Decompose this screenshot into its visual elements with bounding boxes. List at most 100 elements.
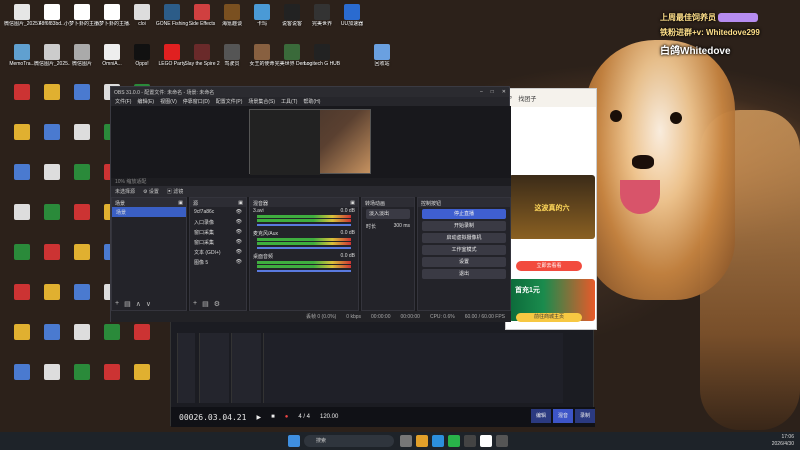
desktop-icon[interactable]: UU加速器 [334, 4, 370, 42]
app-icon [134, 4, 150, 20]
eye-icon[interactable]: 👁 [236, 259, 242, 265]
transition-select[interactable]: 淡入淡出 [366, 209, 410, 219]
source-item[interactable]: 入口录像 👁 [190, 217, 246, 227]
eye-icon[interactable]: 👁 [236, 219, 242, 225]
app-search[interactable]: 找团子 [518, 94, 536, 103]
obs-preview[interactable] [111, 106, 511, 178]
daw-arrange[interactable] [263, 333, 563, 403]
app-icon [104, 44, 120, 60]
menu-item[interactable]: 场景集合(S) [248, 98, 275, 105]
source-item[interactable]: 9cf7a86c 👁 [190, 207, 246, 217]
dock-menu-icon[interactable]: ▣ [350, 200, 355, 206]
obs-menubar: 文件(F) 编辑(E) 视图(V) 停靠窗口(D) 配置文件(P) 场景集合(S) 工具(T… [111, 97, 509, 106]
menu-item[interactable]: 编辑(E) [137, 98, 154, 105]
source-item[interactable]: 窗口采集 👁 [190, 227, 246, 237]
source-filters-button[interactable]: ▣ 滤镜 [167, 188, 183, 195]
menu-item[interactable]: 视图(V) [160, 98, 177, 105]
file-icon [74, 124, 90, 140]
file-icon [14, 164, 30, 180]
up-icon[interactable]: ∧ [136, 300, 141, 308]
daw-track-1[interactable] [199, 333, 229, 403]
eye-icon[interactable]: 👁 [236, 239, 242, 245]
eye-icon[interactable]: 👁 [236, 229, 242, 235]
preview-canvas[interactable] [249, 109, 371, 175]
daw-mode-edit[interactable]: 编辑 [531, 409, 551, 423]
desktop-icon[interactable]: 回收站 [364, 44, 400, 82]
obs-title: OBS 31.0.0 - 配置文件: 未命名 - 场景: 未命名 [114, 89, 215, 96]
daw-time: 00026.03.04.21 [179, 412, 247, 422]
shop-button[interactable]: 前往商城主页 [516, 313, 582, 322]
start-icon[interactable] [288, 435, 300, 447]
eye-icon[interactable]: 👁 [236, 249, 242, 255]
volume-slider[interactable] [257, 247, 351, 249]
file-icon [74, 244, 90, 260]
volume-slider[interactable] [257, 270, 351, 272]
task-view-icon[interactable] [400, 435, 412, 447]
taskbar-search[interactable]: 搜索 [304, 435, 394, 447]
file-icon [44, 164, 60, 180]
control-button[interactable]: 停止直播 [422, 209, 506, 219]
dock-menu-icon[interactable]: ▣ [178, 200, 183, 206]
desktop-icon[interactable]: Logitech G HUB [304, 44, 340, 82]
menu-item[interactable]: 工具(T) [281, 98, 297, 105]
source-settings-button[interactable]: ⚙ 设置 [143, 188, 159, 195]
source-item[interactable]: 图像 5 👁 [190, 257, 246, 267]
add-icon[interactable]: + [193, 300, 197, 308]
app-icon [14, 4, 30, 20]
control-button[interactable]: 开始录制 [422, 221, 506, 231]
menu-item[interactable]: 帮助(H) [303, 98, 320, 105]
obs-statusbar: 丢帧 0 (0.0%) 0 kbps 00:00:00 00:00:00 CPU: 0.… [111, 311, 511, 322]
trash-icon[interactable]: ▤ [202, 300, 209, 308]
record-icon[interactable]: ● [285, 414, 289, 420]
app-icon [44, 4, 60, 20]
close-icon[interactable]: ✕ [502, 89, 506, 95]
app-banner[interactable]: 这波真的六 [509, 175, 595, 239]
control-button[interactable]: 退出 [422, 269, 506, 279]
volume-slider[interactable] [257, 224, 351, 226]
desktop-icon[interactable] [124, 364, 160, 402]
duration-input[interactable]: 300 ms [394, 223, 410, 229]
menu-item[interactable]: 文件(F) [115, 98, 131, 105]
trash-icon[interactable]: ▤ [124, 300, 131, 308]
control-button[interactable]: 启动虚拟摄像机 [422, 233, 506, 243]
obs-titlebar[interactable]: OBS 31.0.0 - 配置文件: 未命名 - 场景: 未命名 – □ ✕ [111, 87, 509, 97]
daw-mode-record[interactable]: 录制 [575, 409, 595, 423]
add-icon[interactable]: + [115, 300, 119, 308]
source-item[interactable]: 文本 (GDI+) 👁 [190, 247, 246, 257]
down-icon[interactable]: ∨ [146, 300, 151, 308]
desktop-icon[interactable] [124, 324, 160, 362]
app-icon[interactable] [480, 435, 492, 447]
app-icon [314, 4, 330, 20]
explorer-icon[interactable] [416, 435, 428, 447]
daw-track-2[interactable] [231, 333, 261, 403]
track-name: 麦克风/Aux [253, 231, 279, 237]
file-icon [44, 244, 60, 260]
control-button[interactable]: 设置 [422, 257, 506, 267]
control-button[interactable]: 工作室模式 [422, 245, 506, 255]
maximize-icon[interactable]: □ [491, 89, 494, 95]
daw-track-header[interactable] [177, 333, 195, 403]
minimize-icon[interactable]: – [480, 89, 483, 95]
play-icon[interactable]: ▶ [256, 414, 261, 421]
dock-menu-icon[interactable]: ▣ [238, 200, 243, 206]
source-label: 窗口采集 [194, 230, 215, 236]
menu-item[interactable]: 配置文件(P) [216, 98, 243, 105]
stop-icon[interactable]: ■ [271, 414, 275, 420]
scene-item[interactable]: 场景 [112, 207, 186, 217]
app-icon [164, 44, 180, 60]
track-db: 0.0 dB [340, 253, 355, 259]
file-icon [14, 324, 30, 340]
source-item[interactable]: 窗口采集 👁 [190, 237, 246, 247]
daw-mode-mix[interactable]: 混音 [553, 409, 573, 423]
app-icon [164, 4, 180, 20]
obs-icon[interactable] [464, 435, 476, 447]
edge-icon[interactable] [432, 435, 444, 447]
taskbar-clock[interactable]: 17:06 2026/4/30 [772, 434, 794, 448]
wechat-icon[interactable] [448, 435, 460, 447]
menu-item[interactable]: 停靠窗口(D) [183, 98, 210, 105]
daw-icon[interactable] [496, 435, 508, 447]
gear-icon[interactable]: ⚙ [214, 300, 220, 308]
eye-icon[interactable]: 👁 [236, 209, 242, 215]
watch-button[interactable]: 立即去看看 [516, 261, 582, 271]
track-name: 桌面音频 [253, 254, 274, 260]
